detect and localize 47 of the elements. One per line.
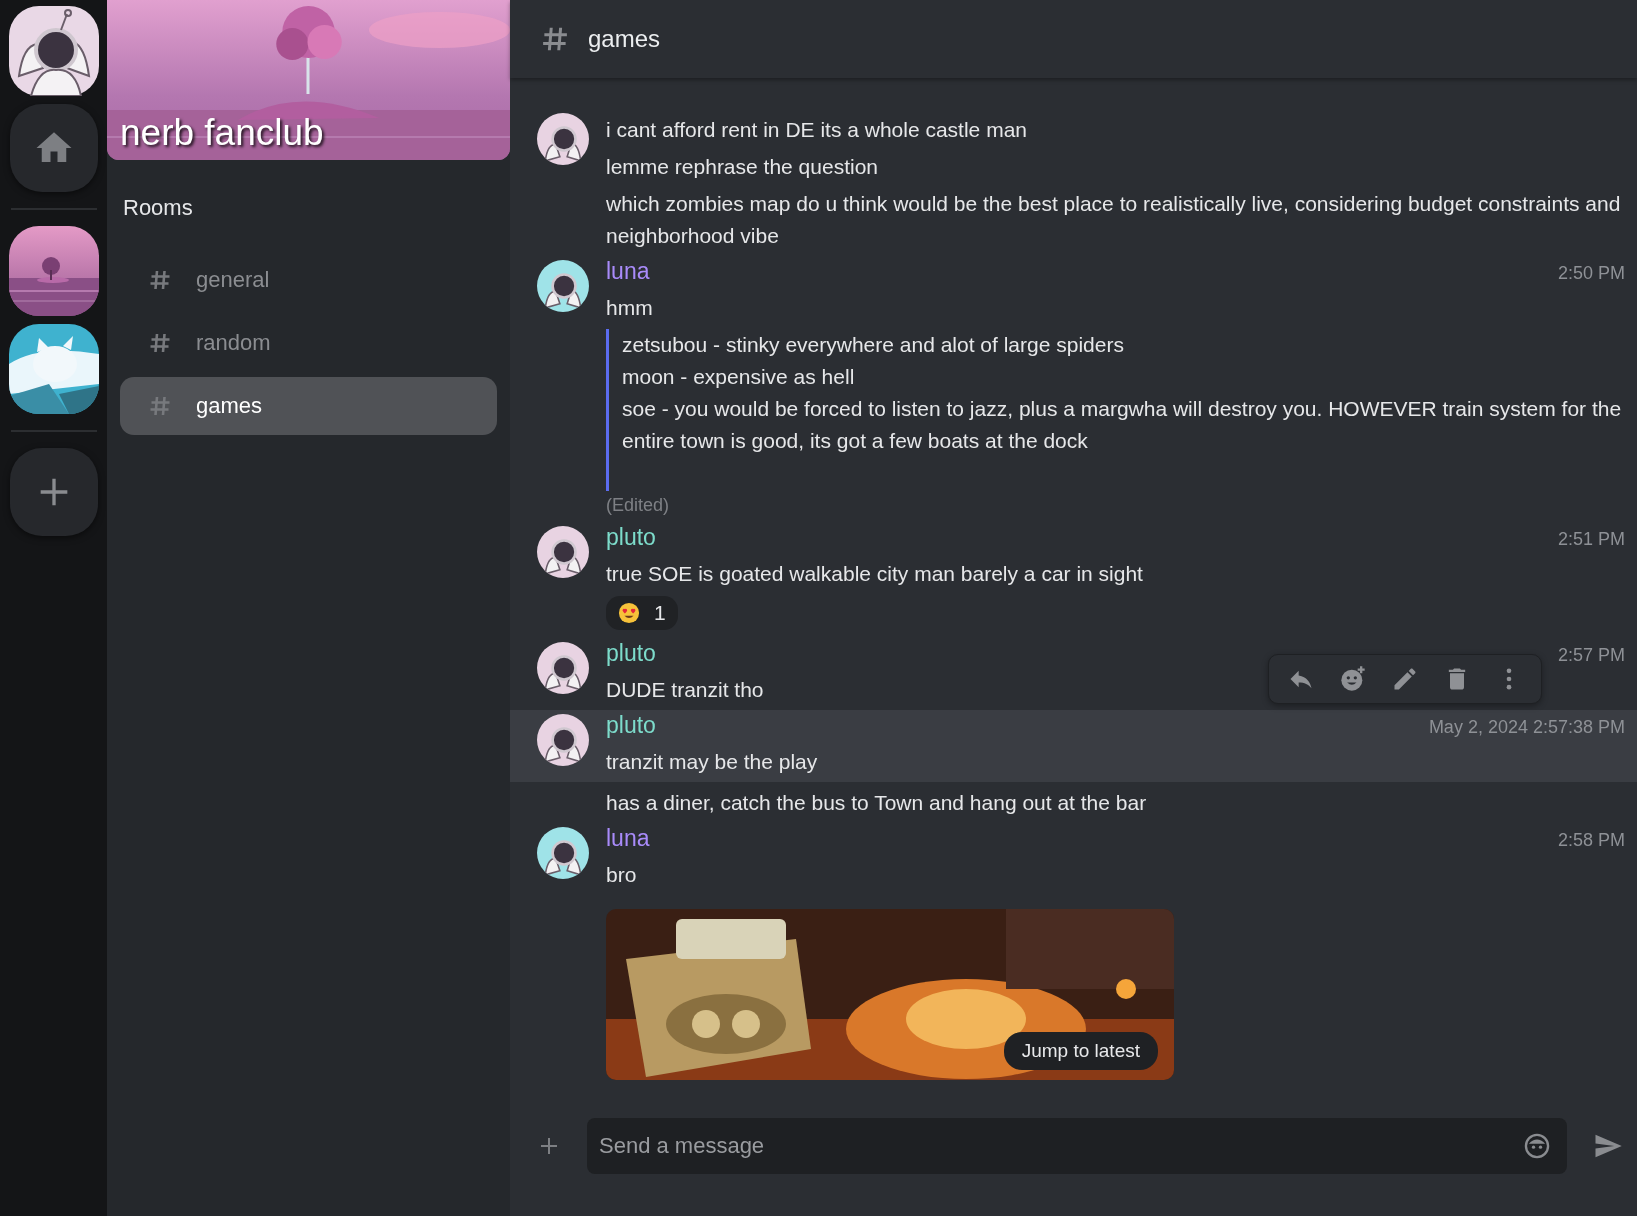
timestamp: May 2, 2024 2:57:38 PM xyxy=(1428,717,1625,738)
message-text: DUDE tranzit tho xyxy=(606,677,764,703)
message-text: true SOE is goated walkable city man barely a car in sight xyxy=(606,561,1143,587)
server-name: nerb fanclub xyxy=(120,112,324,154)
user-avatar[interactable] xyxy=(537,642,589,694)
user-avatar[interactable] xyxy=(537,827,589,879)
message-text: which zombies map do u think would be the best place to realistically live, considering budget constraints and neighborhood vibe xyxy=(606,191,1622,249)
room-item[interactable]: general xyxy=(120,251,497,309)
user-avatar[interactable] xyxy=(537,714,589,766)
message-input[interactable]: Send a message xyxy=(587,1118,1567,1174)
author-name[interactable]: pluto xyxy=(606,712,656,739)
hash-icon xyxy=(148,394,172,418)
message-text: bro xyxy=(606,862,637,888)
author-name[interactable]: luna xyxy=(606,258,650,285)
quote-text: zetsubou - stinky everywhere and alot of large spiders xyxy=(622,332,1125,358)
channel-title: games xyxy=(588,25,661,53)
home-button[interactable] xyxy=(9,104,98,192)
room-item[interactable]: games xyxy=(120,377,497,435)
author-name[interactable]: pluto xyxy=(606,524,656,551)
quote-text: moon - expensive as hell xyxy=(622,364,856,390)
message-text: has a diner, catch the bus to Town and hang out at the bar xyxy=(606,790,1147,816)
hash-icon xyxy=(148,268,172,292)
timestamp: 2:57 PM xyxy=(1557,645,1625,666)
heart-eyes-icon xyxy=(618,602,640,624)
emoji-icon[interactable] xyxy=(1523,1132,1551,1160)
message-text: lemme rephrase the question xyxy=(606,154,878,180)
user-avatar[interactable] xyxy=(537,260,589,312)
author-name[interactable]: luna xyxy=(606,825,650,852)
user-avatar[interactable] xyxy=(537,113,589,165)
add-reaction-icon[interactable] xyxy=(1339,665,1367,693)
user-avatar[interactable] xyxy=(537,526,589,578)
quote-text: soe - you would be forced to listen to jazz, plus a margwha will destroy you. HOWEVER train system for the entire town is good, its got a few boats at the dock xyxy=(622,396,1623,454)
room-item[interactable]: random xyxy=(120,314,497,372)
timestamp: 2:58 PM xyxy=(1557,830,1625,851)
jump-to-latest-button[interactable]: Jump to latest xyxy=(1003,1032,1158,1070)
timestamp: 2:51 PM xyxy=(1557,529,1625,550)
add-server-button[interactable] xyxy=(9,448,98,536)
hash-icon xyxy=(148,331,172,355)
message-text: tranzit may be the play xyxy=(606,749,818,775)
reaction-chip[interactable]: 1 xyxy=(606,596,678,630)
timestamp: 2:50 PM xyxy=(1557,263,1625,284)
message-text: hmm xyxy=(606,295,653,321)
author-name[interactable]: pluto xyxy=(606,640,656,667)
profile-avatar[interactable] xyxy=(8,6,99,96)
rooms-heading: Rooms xyxy=(122,194,194,222)
message-text: i cant afford rent in DE its a whole castle man xyxy=(606,117,1027,143)
edited-label: (Edited) xyxy=(606,494,671,517)
